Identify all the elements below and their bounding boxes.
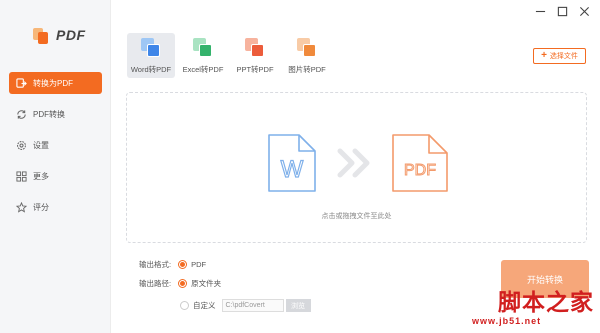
sidebar-item-label: PDF转换: [33, 109, 65, 119]
tab-excel-to-pdf[interactable]: Excel转PDF: [179, 33, 227, 78]
star-icon: [15, 201, 27, 213]
pdf-letters: PDF: [404, 162, 436, 179]
tab-label: Excel转PDF: [182, 65, 224, 74]
format-pdf-label: PDF: [191, 260, 207, 269]
output-format-label: 输出格式:: [139, 260, 172, 269]
logo-icon: [33, 26, 49, 44]
grid-icon: [15, 170, 27, 182]
format-pdf-radio[interactable]: [178, 260, 188, 269]
browse-button[interactable]: 浏览: [285, 299, 311, 312]
image-icon: [297, 38, 317, 58]
word-letter: W: [281, 156, 304, 183]
tab-label: PPT转PDF: [236, 65, 274, 74]
site-watermark: 脚本之家 www.jb51.net: [468, 283, 600, 333]
convert-icon: [15, 77, 27, 89]
pdf-document-icon: PDF: [392, 134, 448, 192]
tab-label: Word转PDF: [130, 65, 172, 74]
custom-path-input[interactable]: C:\pdfCovert: [221, 299, 284, 312]
close-icon[interactable]: [578, 5, 591, 18]
word-document-icon: W: [268, 134, 316, 192]
path-original-radio[interactable]: [178, 279, 188, 288]
excel-icon: [193, 38, 213, 58]
tab-image-to-pdf[interactable]: 图片转PDF: [283, 33, 331, 78]
custom-path-row: 自定义 C:\pdfCovert 浏览: [180, 299, 311, 312]
conversion-illustration: W PDF: [268, 134, 448, 192]
file-drop-zone[interactable]: W PDF 点击或拖拽文件至此处: [126, 92, 587, 243]
output-format-row: 输出格式: PDF: [139, 259, 206, 270]
sidebar-nav: 转换为PDF PDF转换 设置 更多 评分: [9, 72, 102, 227]
ppt-icon: [245, 38, 265, 58]
watermark-url: www.jb51.net: [472, 316, 542, 326]
refresh-icon: [15, 108, 27, 120]
maximize-icon[interactable]: [556, 5, 569, 18]
sidebar-item-label: 更多: [33, 171, 49, 181]
sidebar: PDF 转换为PDF PDF转换 设置 更多 评分: [0, 0, 111, 333]
sidebar-item-label: 转换为PDF: [33, 78, 73, 88]
sidebar-item-settings[interactable]: 设置: [9, 134, 102, 156]
logo-text: PDF: [56, 27, 86, 43]
path-custom-label: 自定义: [193, 301, 216, 310]
select-file-label: 选择文件: [549, 53, 578, 60]
drop-hint: 点击或拖拽文件至此处: [321, 213, 392, 220]
sidebar-item-pdf-convert[interactable]: PDF转换: [9, 103, 102, 125]
minimize-icon[interactable]: [534, 5, 547, 18]
output-path-row: 输出路径: 原文件夹: [139, 278, 221, 289]
tab-word-to-pdf[interactable]: Word转PDF: [127, 33, 175, 78]
gear-icon: [15, 139, 27, 151]
word-icon: [141, 38, 161, 58]
sidebar-item-label: 评分: [33, 202, 49, 212]
path-original-label: 原文件夹: [191, 279, 222, 288]
select-file-button[interactable]: + 选择文件: [533, 48, 586, 64]
watermark-title: 脚本之家: [498, 289, 594, 316]
sidebar-item-label: 设置: [33, 140, 49, 150]
sidebar-item-convert-to-pdf[interactable]: 转换为PDF: [9, 72, 102, 94]
plus-icon: +: [541, 50, 547, 61]
tool-tabs: Word转PDF Excel转PDF PPT转PDF 图片转PDF: [127, 33, 335, 78]
sidebar-item-rating[interactable]: 评分: [9, 196, 102, 218]
tab-label: 图片转PDF: [288, 65, 326, 74]
path-custom-radio[interactable]: [180, 301, 189, 310]
tab-ppt-to-pdf[interactable]: PPT转PDF: [231, 33, 279, 78]
sidebar-item-more[interactable]: 更多: [9, 165, 102, 187]
window-controls: [534, 5, 591, 18]
chevrons-right-icon: [337, 148, 370, 178]
app-logo: PDF: [33, 26, 86, 44]
output-path-label: 输出路径:: [139, 279, 172, 288]
